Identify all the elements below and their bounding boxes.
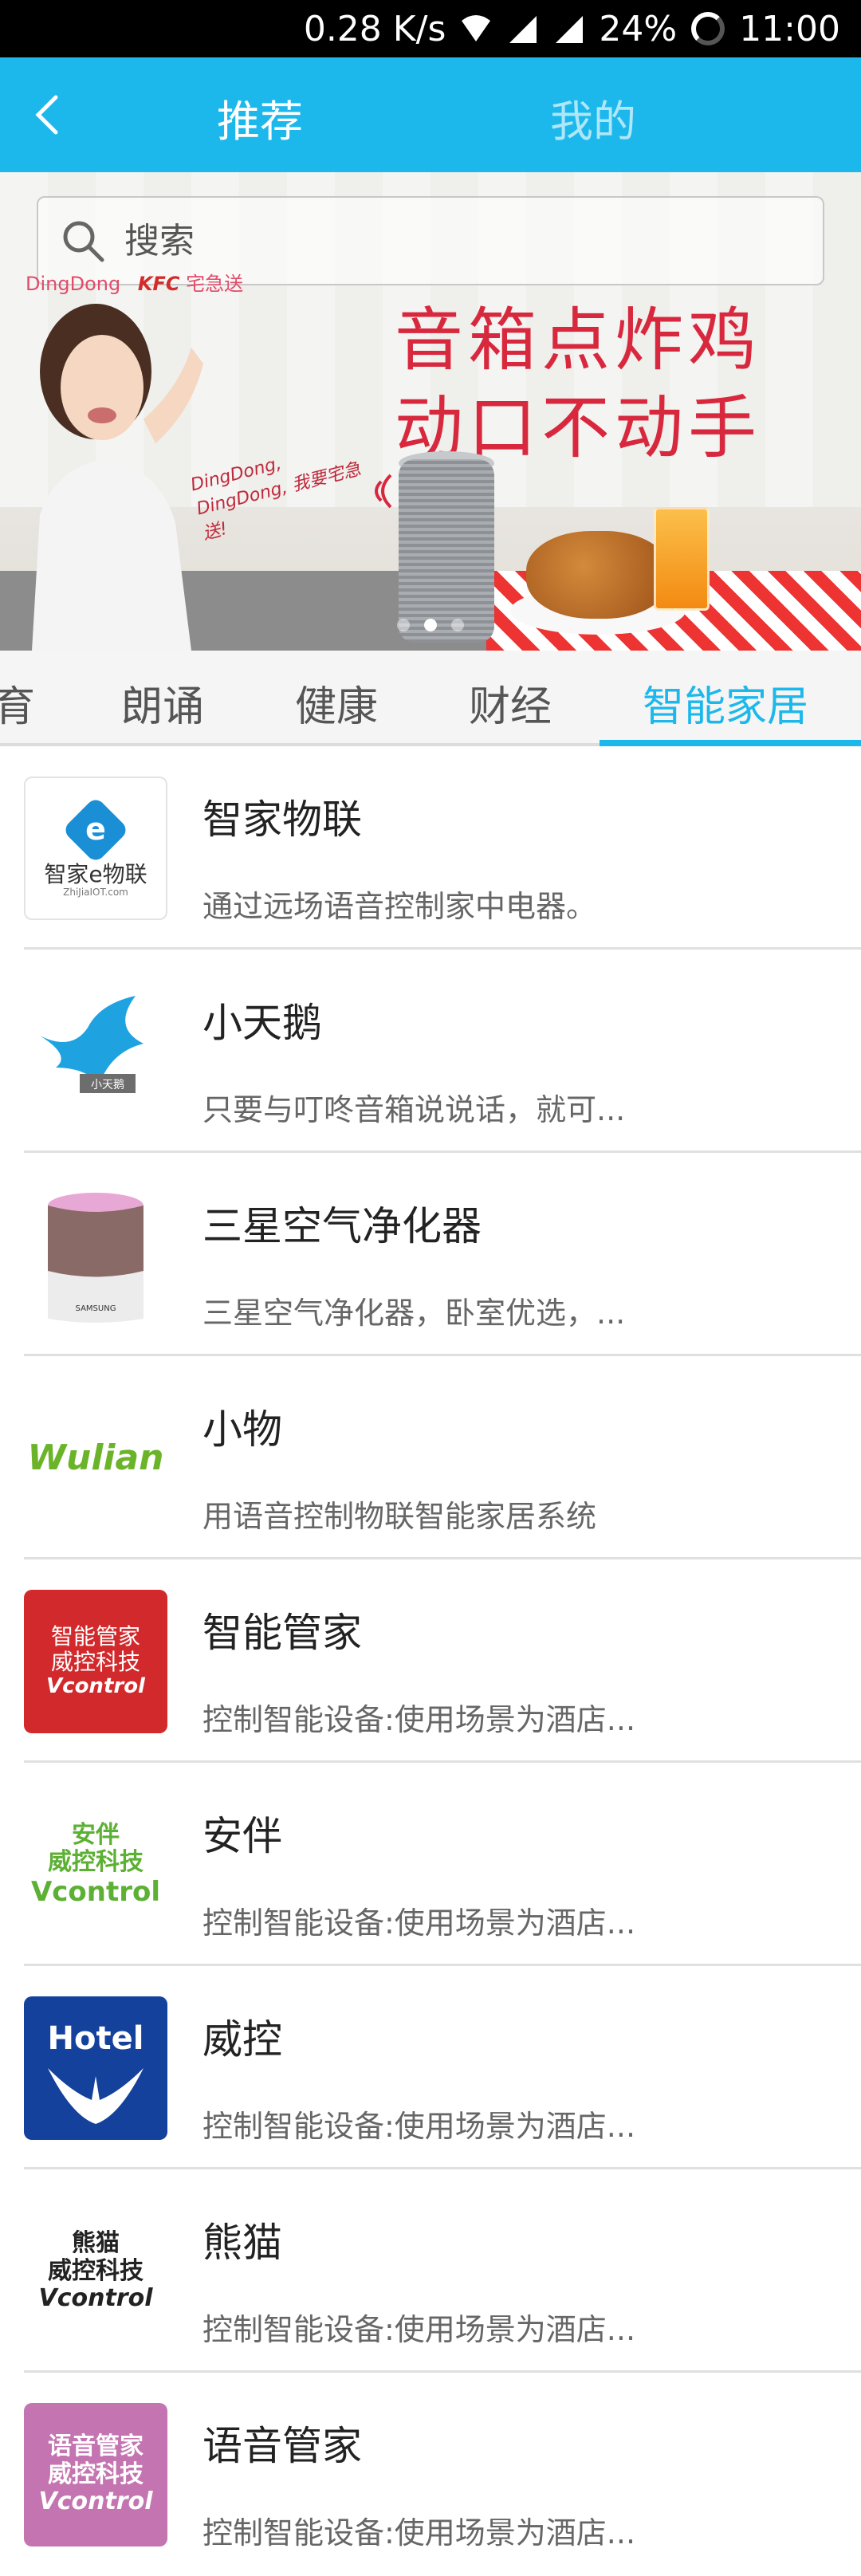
list-item[interactable]: 熊猫 威控科技 Vcontrol 熊猫 控制智能设备:使用场景为酒店...: [0, 2169, 861, 2373]
smart-speaker-image: [399, 459, 494, 643]
item-title: 熊猫: [202, 2220, 282, 2266]
signal-icon-2: [552, 13, 584, 45]
carousel-indicator: [0, 619, 861, 631]
icon-label-line3: Vcontrol: [38, 2488, 153, 2516]
back-arrow-icon[interactable]: [22, 89, 73, 140]
icon-label: Hotel: [48, 2020, 144, 2057]
icon-label-line3: Vcontrol: [38, 2284, 153, 2313]
banner-slogan-line1: 音箱点炸鸡: [395, 301, 761, 380]
item-title: 三星空气净化器: [202, 1203, 482, 1249]
panda-logo-icon: 熊猫 威控科技 Vcontrol: [24, 2200, 167, 2343]
icon-label: 小天鹅: [91, 1078, 124, 1091]
category-tabs: 育 朗诵 健康 财经 智能家居: [0, 651, 861, 746]
wifi-icon: [460, 13, 492, 45]
promo-banner[interactable]: DingDong KFC 宅急送 音箱点炸鸡 动口不动手 DingDong, D…: [0, 172, 861, 651]
icon-label: 智家e物联: [44, 861, 147, 887]
icon-label-line2: 威控科技: [50, 1649, 140, 1676]
item-title: 智家物联: [202, 796, 362, 843]
air-purifier-image-icon: SAMSUNG: [24, 1183, 167, 1327]
item-description: 控制智能设备:使用场景为酒店...: [202, 2109, 636, 2144]
icon-label-line1: 安伴: [72, 1820, 120, 1849]
item-title: 安伴: [202, 1813, 282, 1859]
search-icon: [63, 221, 104, 262]
icon-label-line2: 威控科技: [48, 2460, 144, 2488]
icon-label-line1: 智能管家: [50, 1622, 140, 1650]
icon-sublabel: ZhiJiaIOT.com: [63, 887, 128, 899]
icon-label-line1: 熊猫: [72, 2229, 120, 2258]
carousel-dot-active[interactable]: [424, 619, 437, 631]
tab-recommend[interactable]: 推荐: [217, 86, 303, 149]
app-header: 推荐 我的: [0, 57, 861, 172]
voice-butler-logo-icon: 语音管家 威控科技 Vcontrol: [24, 2403, 167, 2547]
swan-logo-icon: 小天鹅: [24, 980, 167, 1123]
item-title: 小天鹅: [202, 1000, 322, 1046]
sound-wave-icon: [375, 474, 392, 509]
battery-icon: [691, 12, 725, 45]
list-item[interactable]: e 智家e物联 ZhiJiaIOT.com 智家物联 通过远场语音控制家中电器。: [0, 746, 861, 950]
list-item[interactable]: 智能管家 威控科技 Vcontrol 智能管家 控制智能设备:使用场景为酒店..…: [0, 1559, 861, 1763]
wulian-logo-icon: Wulian: [24, 1386, 167, 1530]
item-title: 语音管家: [202, 2423, 362, 2469]
item-description: 控制智能设备:使用场景为酒店...: [202, 1905, 636, 1941]
icon-label: SAMSUNG: [76, 1304, 116, 1313]
item-description: 通过远场语音控制家中电器。: [202, 889, 597, 924]
item-description: 三星空气净化器，卧室优选，...: [202, 1296, 626, 1331]
battery-level: 24%: [599, 8, 678, 49]
fried-chicken-image: [526, 531, 670, 619]
list-item[interactable]: Wulian 小物 用语音控制物联智能家居系统: [0, 1356, 861, 1559]
network-speed: 0.28 K/s: [303, 8, 446, 49]
vcontrol-red-logo-icon: 智能管家 威控科技 Vcontrol: [24, 1590, 167, 1733]
item-description: 用语音控制物联智能家居系统: [202, 1499, 597, 1534]
list-item[interactable]: Hotel 威控 控制智能设备:使用场景为酒店...: [0, 1966, 861, 2169]
woman-illustration: [32, 304, 203, 651]
list-item[interactable]: 安伴 威控科技 Vcontrol 安伴 控制智能设备:使用场景为酒店...: [0, 1763, 861, 1966]
zhijia-logo-icon: e 智家e物联 ZhiJiaIOT.com: [24, 777, 167, 920]
item-description: 控制智能设备:使用场景为酒店...: [202, 2515, 636, 2550]
active-tab-indicator: [600, 740, 861, 746]
item-title: 智能管家: [202, 1610, 362, 1656]
svg-text:e: e: [85, 812, 106, 847]
skill-list: e 智家e物联 ZhiJiaIOT.com 智家物联 通过远场语音控制家中电器。…: [0, 746, 861, 2576]
signal-icon: [506, 13, 538, 45]
icon-label-line2: 威控科技: [48, 1848, 144, 1877]
tab-smart-home[interactable]: 智能家居: [643, 673, 808, 733]
icon-label: Wulian: [27, 1437, 164, 1478]
anban-logo-icon: 安伴 威控科技 Vcontrol: [24, 1793, 167, 1937]
tab-mine[interactable]: 我的: [550, 86, 636, 149]
search-input[interactable]: [124, 220, 762, 262]
item-description: 控制智能设备:使用场景为酒店...: [202, 2312, 636, 2347]
partner-logos: DingDong KFC 宅急送: [26, 268, 243, 296]
list-item[interactable]: 语音管家 威控科技 Vcontrol 语音管家 控制智能设备:使用场景为酒店..…: [0, 2373, 861, 2576]
kfc-logo-sub: 宅急送: [186, 273, 244, 295]
kfc-logo: KFC: [137, 273, 180, 295]
list-item[interactable]: 小天鹅 小天鹅 只要与叮咚音箱说说话，就可...: [0, 950, 861, 1153]
icon-label-line3: Vcontrol: [30, 1875, 161, 1908]
carousel-dot[interactable]: [397, 619, 410, 631]
icon-label-line2: 威控科技: [48, 2256, 144, 2285]
item-description: 控制智能设备:使用场景为酒店...: [202, 1702, 636, 1737]
tab-education[interactable]: 育: [0, 673, 35, 733]
list-item[interactable]: SAMSUNG 三星空气净化器 三星空气净化器，卧室优选，...: [0, 1153, 861, 1356]
clock: 11:00: [739, 8, 840, 49]
item-title: 威控: [202, 2016, 282, 2063]
icon-label-line1: 语音管家: [48, 2432, 144, 2461]
status-bar: 0.28 K/s 24% 11:00: [0, 0, 861, 57]
tab-health[interactable]: 健康: [295, 673, 378, 733]
juice-glass-image: [654, 507, 710, 611]
carousel-dot[interactable]: [451, 619, 464, 631]
item-description: 只要与叮咚音箱说说话，就可...: [202, 1092, 626, 1127]
dingdong-logo: DingDong: [26, 273, 121, 295]
tab-finance[interactable]: 财经: [469, 673, 552, 733]
item-title: 小物: [202, 1406, 282, 1453]
hotel-logo-icon: Hotel: [24, 1996, 167, 2140]
icon-label-line3: Vcontrol: [46, 1674, 145, 1699]
tab-recitation[interactable]: 朗诵: [121, 673, 204, 733]
